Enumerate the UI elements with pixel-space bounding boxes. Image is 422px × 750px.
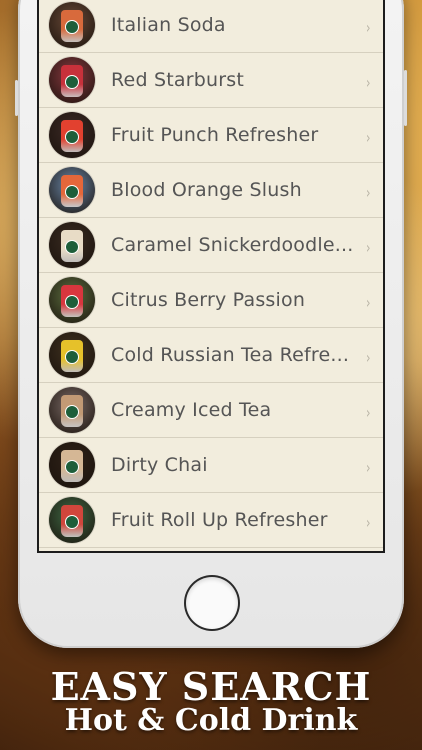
- starbucks-logo-icon: [66, 21, 78, 33]
- list-item[interactable]: Creamy Iced Tea ›: [39, 383, 383, 438]
- starbucks-logo-icon: [66, 296, 78, 308]
- drink-name: Creamy Iced Tea: [111, 399, 272, 421]
- chevron-right-icon: ›: [365, 18, 371, 37]
- drink-name: Red Starburst: [111, 69, 244, 91]
- list-item[interactable]: Cold Russian Tea Refre... ›: [39, 328, 383, 383]
- drink-thumbnail: [49, 57, 95, 103]
- starbucks-logo-icon: [66, 406, 78, 418]
- volume-button: [15, 80, 18, 116]
- list-item[interactable]: Dirty Chai ›: [39, 438, 383, 493]
- starbucks-logo-icon: [66, 351, 78, 363]
- drink-name: Fruit Roll Up Refresher: [111, 509, 328, 531]
- drink-thumbnail: [49, 442, 95, 488]
- chevron-right-icon: ›: [365, 348, 371, 367]
- starbucks-logo-icon: [66, 131, 78, 143]
- drink-name: Italian Soda: [111, 14, 226, 36]
- drink-thumbnail: [49, 2, 95, 48]
- starbucks-logo-icon: [66, 186, 78, 198]
- drink-thumbnail: [49, 167, 95, 213]
- starbucks-logo-icon: [66, 461, 78, 473]
- chevron-right-icon: ›: [365, 403, 371, 422]
- promo-subtitle: Hot & Cold Drink: [64, 703, 358, 738]
- drink-list: Italian Soda › Red Starburst › Fruit Punch R…: [37, 0, 385, 553]
- chevron-right-icon: ›: [365, 128, 371, 147]
- drink-thumbnail: [49, 332, 95, 378]
- list-item[interactable]: Blood Orange Slush ›: [39, 163, 383, 218]
- power-button: [404, 70, 407, 126]
- drink-thumbnail: [49, 497, 95, 543]
- chevron-right-icon: ›: [365, 293, 371, 312]
- drink-name: Fruit Punch Refresher: [111, 124, 319, 146]
- drink-name: Cold Russian Tea Refre...: [111, 344, 350, 366]
- drink-thumbnail: [49, 222, 95, 268]
- list-item[interactable]: Fruit Punch Refresher ›: [39, 108, 383, 163]
- chevron-right-icon: ›: [365, 513, 371, 532]
- chevron-right-icon: ›: [365, 73, 371, 92]
- chevron-right-icon: ›: [365, 238, 371, 257]
- chevron-right-icon: ›: [365, 458, 371, 477]
- drink-name: Blood Orange Slush: [111, 179, 302, 201]
- drink-name: Dirty Chai: [111, 454, 208, 476]
- starbucks-logo-icon: [66, 516, 78, 528]
- list-item[interactable]: Caramel Snickerdoodle... ›: [39, 218, 383, 273]
- list-item[interactable]: Citrus Berry Passion ›: [39, 273, 383, 328]
- starbucks-logo-icon: [66, 76, 78, 88]
- chevron-right-icon: ›: [365, 183, 371, 202]
- drink-thumbnail: [49, 277, 95, 323]
- list-item[interactable]: Italian Soda ›: [39, 0, 383, 53]
- list-item[interactable]: Red Starburst ›: [39, 53, 383, 108]
- drink-thumbnail: [49, 112, 95, 158]
- drink-thumbnail: [49, 387, 95, 433]
- drink-name: Caramel Snickerdoodle...: [111, 234, 354, 256]
- home-button[interactable]: [186, 577, 238, 629]
- drink-name: Citrus Berry Passion: [111, 289, 306, 311]
- list-item[interactable]: Fruit Roll Up Refresher ›: [39, 493, 383, 548]
- starbucks-logo-icon: [66, 241, 78, 253]
